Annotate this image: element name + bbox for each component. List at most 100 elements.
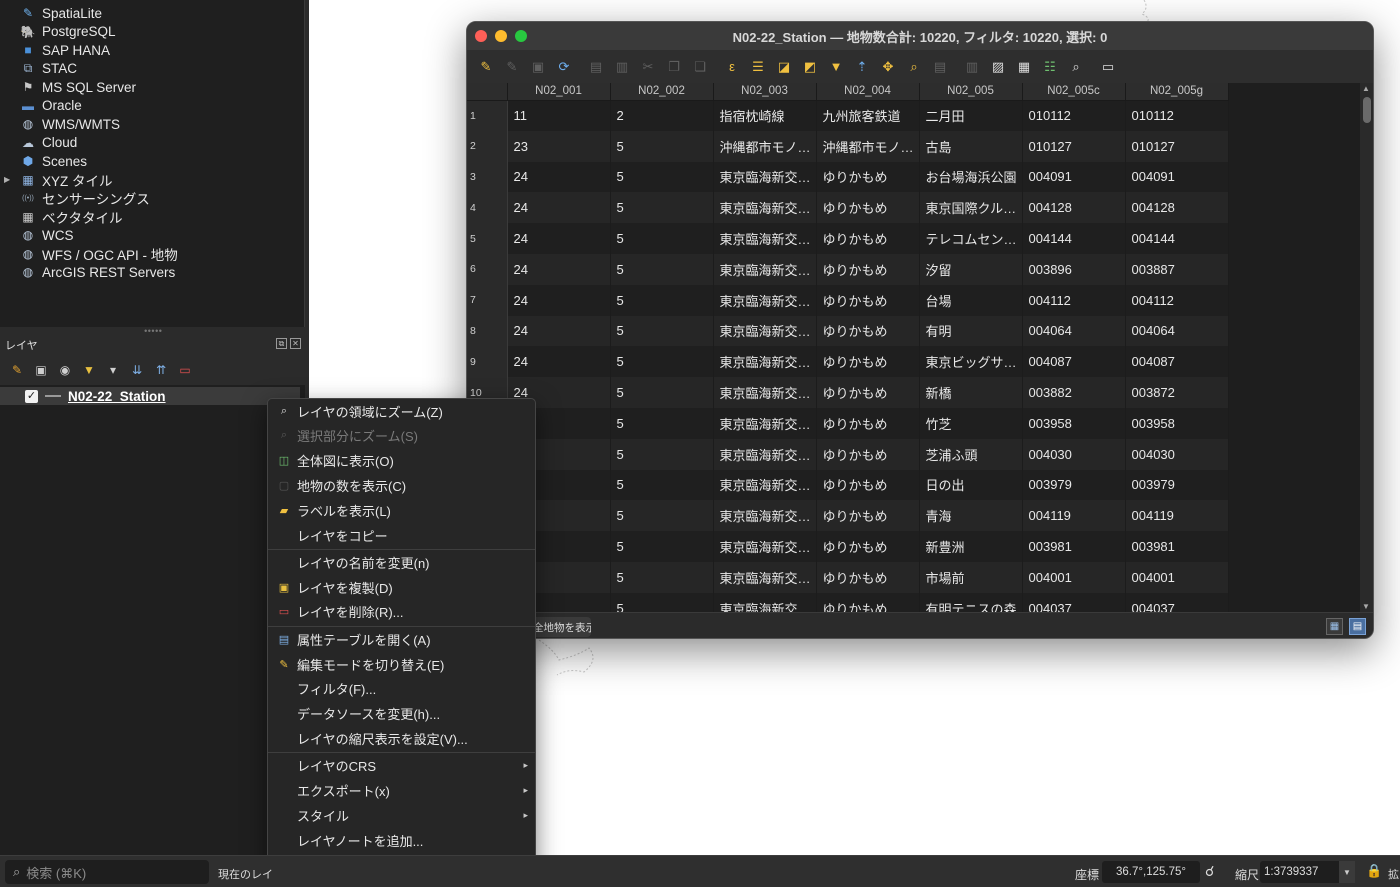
browser-item-12[interactable]: ◍ WCS: [0, 226, 74, 245]
table-cell[interactable]: ゆりかもめ: [816, 284, 920, 316]
row-number[interactable]: 6: [467, 253, 508, 285]
table-cell[interactable]: 東京臨海新交…: [713, 500, 817, 532]
style-brush-icon[interactable]: ✎: [8, 361, 26, 379]
vertical-scrollbar[interactable]: ▲ ▼: [1360, 83, 1373, 612]
table-row[interactable]: 10 24 5 東京臨海新交… ゆりかもめ 新橋 003882 003872: [467, 377, 1229, 408]
multi-edit-icon[interactable]: ✎: [501, 56, 523, 78]
table-row[interactable]: 17245東京臨海新交…ゆりかもめ有明テニスの森004037004037: [467, 592, 1229, 612]
table-cell[interactable]: お台場海浜公園: [919, 161, 1023, 193]
context-menu-item[interactable]: レイヤのCRS ▸: [268, 754, 535, 778]
table-cell[interactable]: 東京臨海新交…: [713, 346, 817, 378]
table-cell[interactable]: 東京臨海新交…: [713, 469, 817, 501]
table-row[interactable]: 6 24 5 東京臨海新交… ゆりかもめ 汐留 003896 003887: [467, 253, 1229, 285]
table-row[interactable]: 7 24 5 東京臨海新交… ゆりかもめ 台場 004112 004112: [467, 284, 1229, 316]
context-menu-item[interactable]: スタイル ▸: [268, 803, 535, 827]
pan-to-selection-icon[interactable]: ✥: [877, 56, 899, 78]
context-menu-item[interactable]: ▤ 属性テーブルを開く(A): [268, 627, 535, 651]
table-cell[interactable]: 004001: [1125, 561, 1229, 593]
table-cell[interactable]: 東京臨海新交…: [713, 407, 817, 439]
form-view-button[interactable]: ▦: [1326, 618, 1343, 635]
deselect-icon[interactable]: ◩: [799, 56, 821, 78]
table-cell[interactable]: 5: [610, 130, 714, 162]
field-calculator-icon[interactable]: ▨: [987, 56, 1009, 78]
table-cell[interactable]: 5: [610, 192, 714, 224]
table-cell[interactable]: 23: [507, 130, 611, 162]
table-cell[interactable]: 東京国際クル…: [919, 192, 1023, 224]
select-expression-icon[interactable]: ε: [721, 56, 743, 78]
save-edits-icon[interactable]: ▣: [527, 56, 549, 78]
table-cell[interactable]: 003958: [1125, 407, 1229, 439]
table-cell[interactable]: 5: [610, 500, 714, 532]
table-cell[interactable]: 東京臨海新交…: [713, 192, 817, 224]
expand-all-icon[interactable]: ⇊: [128, 361, 146, 379]
table-cell[interactable]: 24: [507, 284, 611, 316]
table-row[interactable]: 5 24 5 東京臨海新交… ゆりかもめ テレコムセン… 004144 004144: [467, 223, 1229, 254]
column-header[interactable]: N02_004: [816, 83, 920, 101]
add-feature-icon[interactable]: ▤: [585, 56, 607, 78]
table-cell[interactable]: 5: [610, 407, 714, 439]
context-menu-item[interactable]: ✎ 編集モードを切り替え(E): [268, 652, 535, 676]
context-menu-item[interactable]: レイヤの縮尺表示を設定(V)...: [268, 726, 535, 750]
table-cell[interactable]: 24: [507, 253, 611, 285]
window-title-bar[interactable]: N02-22_Station — 地物数合計: 10220, フィルタ: 102…: [467, 22, 1373, 50]
context-menu-item[interactable]: エクスポート(x) ▸: [268, 779, 535, 803]
close-panel-icon[interactable]: ✕: [290, 338, 301, 349]
float-panel-icon[interactable]: ⧉: [276, 338, 287, 349]
table-cell[interactable]: 004144: [1125, 223, 1229, 254]
table-cell[interactable]: 東京臨海新交…: [713, 531, 817, 562]
table-cell[interactable]: 24: [507, 346, 611, 378]
window-minimize-button[interactable]: [495, 30, 507, 42]
table-cell[interactable]: 東京臨海新交…: [713, 377, 817, 408]
browser-item-5[interactable]: ▬ Oracle: [0, 97, 82, 116]
table-cell[interactable]: 日の出: [919, 469, 1023, 501]
browser-item-0[interactable]: ✎ SpatiaLite: [0, 4, 102, 23]
context-menu-item[interactable]: ▰ ラベルを表示(L): [268, 498, 535, 522]
layer-visibility-checkbox[interactable]: ✓: [25, 389, 38, 403]
browser-item-4[interactable]: ⚑ MS SQL Server: [0, 78, 136, 97]
table-cell[interactable]: 010127: [1125, 130, 1229, 162]
row-number[interactable]: 9: [467, 346, 508, 378]
table-cell[interactable]: 九州旅客鉄道: [816, 100, 920, 131]
table-cell[interactable]: 004128: [1125, 192, 1229, 224]
row-number[interactable]: 5: [467, 223, 508, 254]
table-cell[interactable]: テレコムセン…: [919, 223, 1023, 254]
table-cell[interactable]: ゆりかもめ: [816, 438, 920, 470]
eye-icon[interactable]: ◉: [56, 361, 74, 379]
table-cell[interactable]: 5: [610, 161, 714, 193]
delete-field-icon[interactable]: ▥: [961, 56, 983, 78]
table-cell[interactable]: 003979: [1125, 469, 1229, 501]
table-cell[interactable]: 5: [610, 253, 714, 285]
browser-item-6[interactable]: ◍ WMS/WMTS: [0, 115, 120, 134]
table-cell[interactable]: 004091: [1125, 161, 1229, 193]
table-cell[interactable]: 市場前: [919, 561, 1023, 593]
reload-icon[interactable]: ⟳: [553, 56, 575, 78]
context-menu-item[interactable]: ⌕ レイヤの領域にズーム(Z): [268, 399, 535, 423]
browser-item-7[interactable]: ☁ Cloud: [0, 134, 77, 153]
table-cell[interactable]: ゆりかもめ: [816, 315, 920, 347]
table-cell[interactable]: 東京ビッグサ…: [919, 346, 1023, 378]
row-number[interactable]: 4: [467, 192, 508, 224]
table-cell[interactable]: 5: [610, 592, 714, 612]
table-row[interactable]: 1 11 2 指宿枕崎線 九州旅客鉄道 二月田 010112 010112: [467, 100, 1229, 131]
table-cell[interactable]: 004144: [1022, 223, 1126, 254]
column-header[interactable]: N02_003: [713, 83, 817, 101]
table-cell[interactable]: 指宿枕崎線: [713, 100, 817, 131]
column-header[interactable]: N02_001: [507, 83, 611, 101]
table-cell[interactable]: 東京臨海新交…: [713, 223, 817, 254]
table-cell[interactable]: ゆりかもめ: [816, 531, 920, 562]
move-selection-top-icon[interactable]: ⇡: [851, 56, 873, 78]
table-cell[interactable]: 新豊洲: [919, 531, 1023, 562]
scroll-up-arrow-icon[interactable]: ▲: [1362, 84, 1370, 93]
table-corner[interactable]: [467, 83, 508, 101]
table-cell[interactable]: 003896: [1022, 253, 1126, 285]
table-cell[interactable]: 010127: [1022, 130, 1126, 162]
table-cell[interactable]: 004064: [1022, 315, 1126, 347]
table-cell[interactable]: 004119: [1022, 500, 1126, 532]
actions-icon[interactable]: ☷: [1039, 56, 1061, 78]
table-cell[interactable]: 二月田: [919, 100, 1023, 131]
toggle-extents-icon[interactable]: ☌: [1205, 863, 1214, 880]
table-cell[interactable]: ゆりかもめ: [816, 500, 920, 532]
table-cell[interactable]: 台場: [919, 284, 1023, 316]
table-row[interactable]: 16245東京臨海新交…ゆりかもめ市場前004001004001: [467, 561, 1229, 593]
table-row[interactable]: 8 24 5 東京臨海新交… ゆりかもめ 有明 004064 004064: [467, 315, 1229, 347]
